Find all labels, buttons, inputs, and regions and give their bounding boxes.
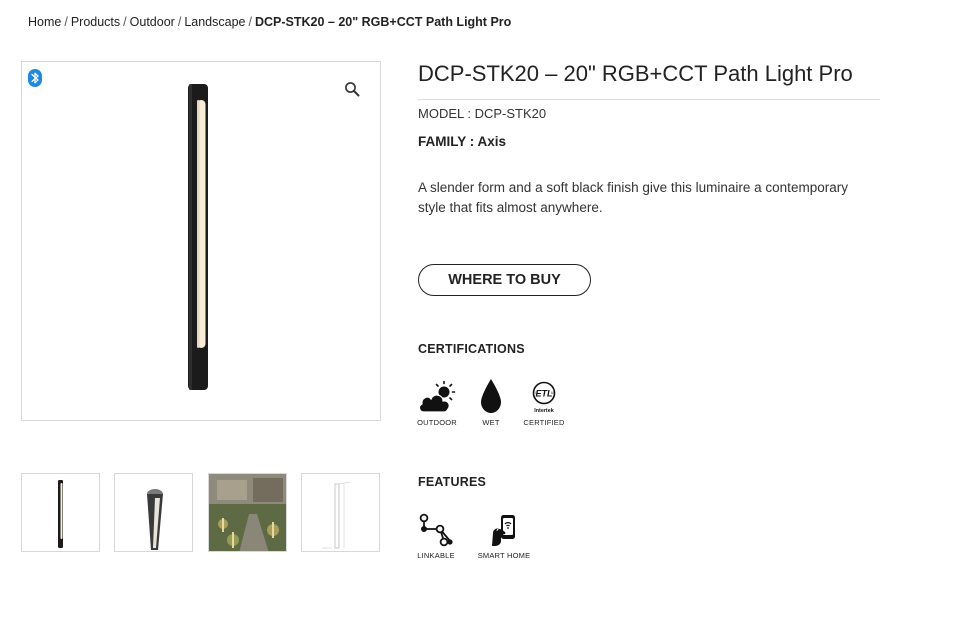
breadcrumb-products[interactable]: Products — [71, 15, 120, 29]
etl-listed-icon: ETL C US Intertek — [532, 381, 555, 414]
breadcrumb-separator: / — [64, 15, 68, 29]
cert-outdoor-label: OUTDOOR — [417, 418, 457, 427]
feature-smart-home-label: SMART HOME — [477, 551, 531, 560]
feature-smart-home: SMART HOME — [477, 513, 531, 560]
svg-text:US: US — [551, 391, 555, 395]
cert-outdoor: OUTDOOR — [417, 380, 457, 427]
thumbnail-gallery — [21, 473, 381, 553]
breadcrumb: Home / Products / Outdoor / Landscape / DCP-STK2… — [28, 15, 511, 29]
cert-certified-label: CERTIFIED — [523, 418, 565, 427]
feature-linkable-label: LINKABLE — [417, 551, 455, 560]
cert-wet: WET — [474, 378, 508, 427]
breadcrumb-current: DCP-STK20 – 20" RGB+CCT Path Light Pro — [254, 15, 512, 29]
intertek-text: Intertek — [534, 408, 553, 414]
thumb-front-view[interactable] — [21, 473, 100, 552]
product-description: A slender form and a soft black finish g… — [418, 180, 848, 215]
breadcrumb-landscape[interactable]: Landscape — [184, 15, 245, 29]
cert-certified: ETL C US Intertek CERTIFIED — [523, 380, 565, 427]
where-to-buy-button[interactable]: WHERE TO BUY — [418, 264, 591, 296]
breadcrumb-separator: / — [177, 15, 182, 29]
linkable-nodes-icon — [419, 513, 453, 547]
breadcrumb-separator: / — [248, 15, 252, 29]
path-light-image — [188, 84, 208, 390]
product-model: MODEL : DCP-STK20 — [418, 106, 547, 121]
thumb-garden-scene[interactable] — [208, 473, 287, 552]
thumb-angle-view[interactable] — [114, 473, 193, 552]
water-drop-icon — [481, 379, 501, 413]
main-product-image[interactable] — [21, 61, 381, 421]
breadcrumb-outdoor[interactable]: Outdoor — [130, 15, 175, 29]
feature-linkable: LINKABLE — [417, 513, 455, 560]
thumb-dimension-drawing[interactable] — [301, 473, 380, 552]
bluetooth-icon — [28, 69, 42, 87]
certifications-heading: CERTIFICATIONS — [418, 342, 525, 356]
zoom-icon[interactable] — [344, 81, 360, 97]
product-family: FAMILY : Axis — [418, 134, 507, 149]
breadcrumb-home[interactable]: Home — [28, 15, 61, 29]
product-title: DCP-STK20 – 20" RGB+CCT Path Light Pro — [418, 61, 853, 86]
etl-logo-text: ETL — [536, 389, 553, 399]
cert-wet-label: WET — [482, 418, 500, 427]
smart-home-phone-icon — [492, 515, 515, 546]
title-divider — [418, 99, 880, 100]
breadcrumb-separator: / — [123, 15, 127, 29]
cloud-sun-icon — [418, 380, 456, 413]
features-heading: FEATURES — [418, 475, 487, 489]
